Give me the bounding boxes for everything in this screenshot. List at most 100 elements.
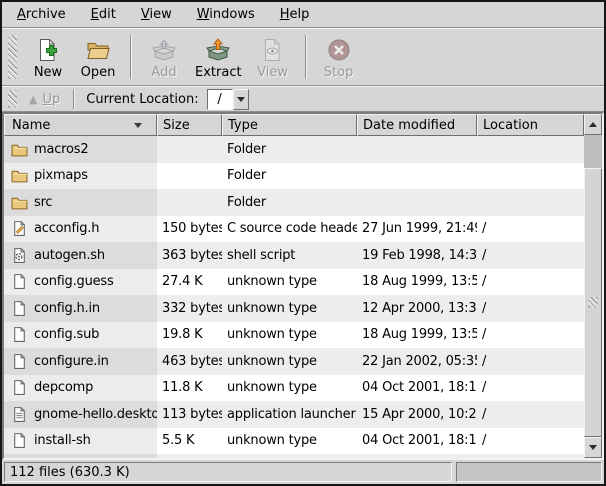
file-name-cell: config.h.in [4,295,157,322]
add-button-label: Add [151,66,176,79]
toolbar-separator [305,35,307,79]
scrollbar-trough[interactable] [584,135,602,168]
view-button-label: View [257,66,288,79]
file-type-cell: shell script [222,242,357,269]
file-name: macros2 [34,142,88,157]
chevron-down-icon [237,97,245,106]
column-headers: Name Size Type Date modified Location [4,114,584,136]
unknown-file-icon [11,432,28,449]
stop-icon [327,37,351,63]
new-button-label: New [34,66,62,79]
file-date-cell: 18 Aug 1999, 13:53 [357,322,477,349]
file-location-cell: / [477,375,584,402]
file-size-cell: 113 bytes [157,401,222,428]
archive-manager-window: Archive Edit View Windows Help New [0,0,606,486]
file-date-cell: 15 Apr 2000, 10:21 [357,401,477,428]
file-type-cell: unknown type [222,269,357,296]
file-name-cell: src [4,189,157,216]
menu-windows[interactable]: Windows [188,4,264,25]
file-size-cell [157,163,222,190]
file-size-cell [157,189,222,216]
file-name: depcomp [34,380,93,395]
extract-icon [206,37,230,63]
table-row[interactable]: src Folder [4,189,584,216]
file-name-cell: configure.in [4,348,157,375]
location-bar: ▲ Up Current Location: / [2,86,604,112]
c-source-file-icon [11,220,28,237]
open-button[interactable]: Open [73,32,123,82]
file-date-cell: 19 Feb 1998, 14:31 [357,242,477,269]
open-archive-icon [86,37,110,63]
menu-edit[interactable]: Edit [82,4,125,25]
file-location-cell: / [477,428,584,455]
location-dropdown-button[interactable] [233,89,249,110]
status-message-frame: 112 files (630.3 K) [4,462,452,482]
file-date-cell [357,454,477,458]
file-date-cell: 12 Apr 2000, 13:36 [357,295,477,322]
column-header-type[interactable]: Type [222,114,357,136]
table-row[interactable]: config.guess27.4 Kunknown type18 Aug 199… [4,269,584,296]
view-file-icon [261,37,285,63]
sort-descending-icon [134,123,142,132]
file-list: Name Size Type Date modified Location ma… [2,112,604,460]
location-combo: / [207,89,249,110]
file-location-cell: / [477,401,584,428]
file-name: install-sh [34,433,91,448]
view-button: View [248,32,298,82]
launcher-file-icon [11,406,28,423]
table-row[interactable] [4,454,584,458]
table-row[interactable]: install-sh5.5 Kunknown type04 Oct 2001, … [4,428,584,455]
column-header-date-modified[interactable]: Date modified [357,114,477,136]
location-bar-drag-handle[interactable] [8,90,17,108]
table-row[interactable]: config.h.in332 bytesunknown type12 Apr 2… [4,295,584,322]
file-type-cell: unknown type [222,428,357,455]
column-header-location[interactable]: Location [477,114,584,136]
file-date-cell [357,136,477,163]
file-location-cell [477,163,584,190]
location-bar-separator [73,89,75,109]
file-list-rows: macros2FolderpixmapsFoldersrcFolderaccon… [4,136,584,458]
vertical-scrollbar[interactable] [584,114,602,458]
file-name-cell: install-sh [4,428,157,455]
table-row[interactable]: pixmapsFolder [4,163,584,190]
unknown-file-icon [11,379,28,396]
new-archive-icon [36,37,60,63]
file-name: configure.in [34,354,109,369]
table-row[interactable]: configure.in463 bytesunknown type22 Jan … [4,348,584,375]
column-header-name[interactable]: Name [4,114,157,136]
table-row[interactable]: config.sub19.8 Kunknown type18 Aug 1999,… [4,322,584,349]
menu-view[interactable]: View [132,4,181,25]
file-size-cell: 11.8 K [157,375,222,402]
file-type-cell: Folder [222,189,357,216]
extract-button[interactable]: Extract [189,32,248,82]
file-location-cell: / [477,348,584,375]
new-button[interactable]: New [23,32,73,82]
location-entry[interactable]: / [207,89,233,110]
scrollbar-down-button[interactable] [584,437,602,458]
menu-archive[interactable]: Archive [8,4,75,25]
menu-help[interactable]: Help [271,4,319,25]
unknown-file-icon [11,300,28,317]
menu-bar: Archive Edit View Windows Help [2,2,604,28]
file-size-cell: 5.5 K [157,428,222,455]
table-row[interactable]: acconfig.h150 bytesC source code header2… [4,216,584,243]
file-name: config.sub [34,327,99,342]
file-name-cell: config.sub [4,322,157,349]
table-row[interactable]: gnome-hello.desktop113 bytesapplication … [4,401,584,428]
column-header-size[interactable]: Size [157,114,222,136]
scrollbar-thumb[interactable] [584,168,602,437]
file-size-cell: 363 bytes [157,242,222,269]
status-progress-area [456,462,602,482]
file-type-cell: unknown type [222,322,357,349]
file-name-cell [4,454,157,458]
file-name: acconfig.h [34,221,99,236]
table-row[interactable]: macros2Folder [4,136,584,163]
toolbar-drag-handle[interactable] [8,35,17,79]
scrollbar-up-button[interactable] [584,114,602,135]
file-name: gnome-hello.desktop [34,407,157,422]
table-row[interactable]: autogen.sh363 bytesshell script19 Feb 19… [4,242,584,269]
file-location-cell: / [477,269,584,296]
table-row[interactable]: depcomp11.8 Kunknown type04 Oct 2001, 18… [4,375,584,402]
unknown-file-icon [11,353,28,370]
toolbar: New Open Add [2,28,604,86]
